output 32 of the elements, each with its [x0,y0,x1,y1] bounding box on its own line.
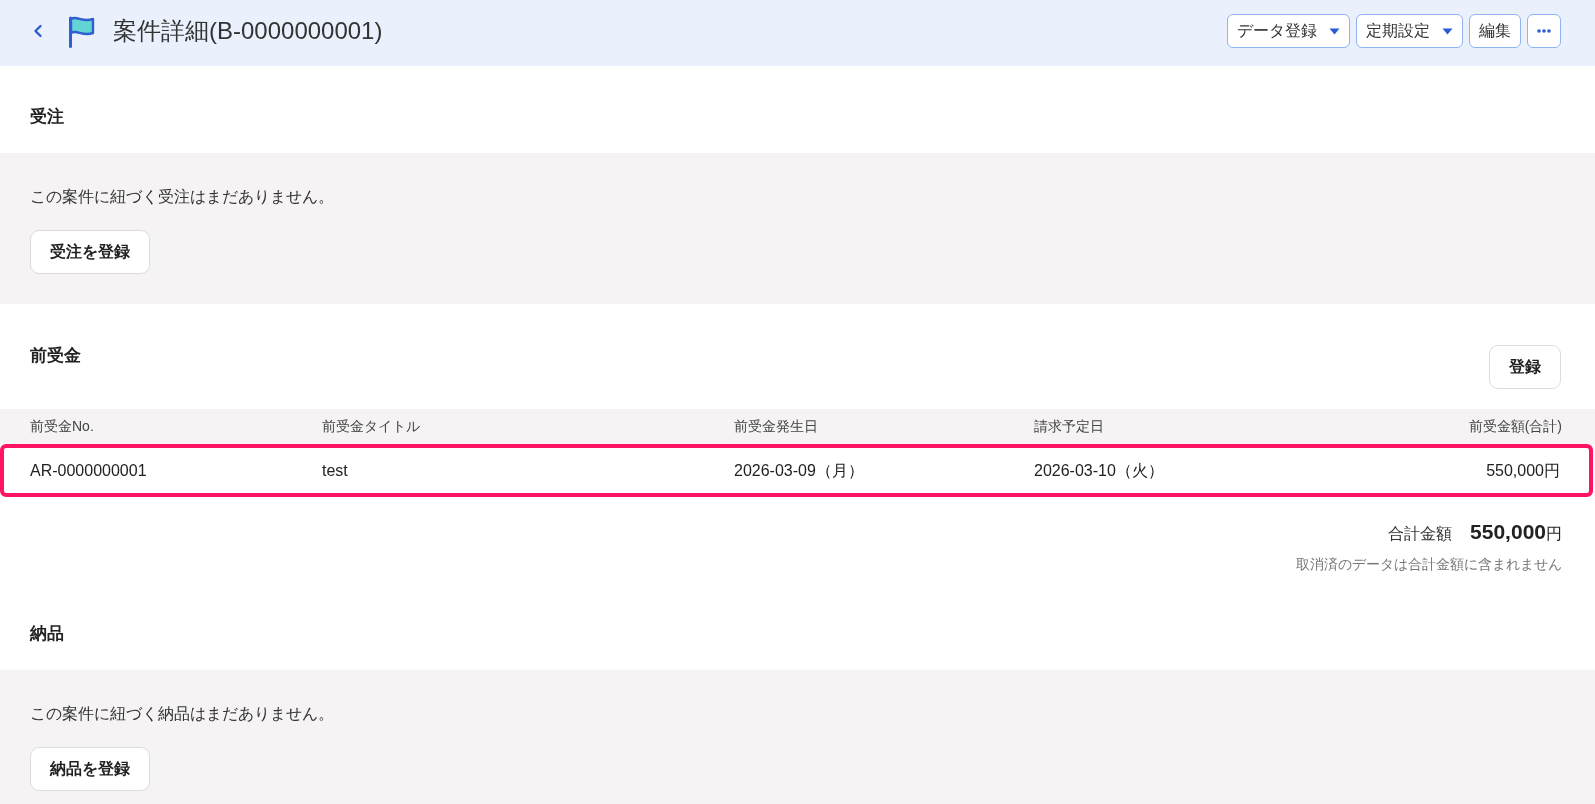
register-button[interactable]: 登録 [1489,345,1561,389]
section-title: 納品 [30,623,64,645]
column-header: 請求予定日 [1034,417,1105,436]
caret-icon [1329,27,1340,35]
flag-icon [67,14,97,48]
page-title: 案件詳細(B-0000000001) [113,19,383,43]
back-icon[interactable] [33,24,43,38]
column-header: 前受金No. [30,417,95,436]
total-label: 合計金額 [1388,524,1453,544]
dropdown-button[interactable]: 定期設定 [1356,14,1463,48]
section-title: 受注 [30,106,64,128]
table-cell-text: 550,000円 [1486,460,1560,481]
column-header: 前受金発生日 [734,417,819,436]
table-cell-text: 2026-03-10（火） [1034,460,1165,481]
table-row[interactable]: AR-0000000001 test 2026-03-09（月） 2026-03-10（火） 550,000円 [0,444,1593,497]
more-button[interactable] [1527,14,1561,48]
table-cell-text: 2026-03-09（月） [734,460,865,481]
empty-message: この案件に紐づく納品はまだありません。 [30,704,335,724]
total-note: 取消済のデータは合計金額に含まれません [1296,556,1562,574]
section-title: 前受金 [30,345,81,367]
empty-message: この案件に紐づく受注はまだありません。 [30,187,335,207]
table-cell-text: test [322,460,349,481]
column-header: 前受金額(合計) [1468,417,1562,436]
edit-button[interactable]: 編集 [1469,14,1521,48]
register-button[interactable]: 納品を登録 [30,747,150,791]
table-cell-text: AR-0000000001 [30,460,148,481]
total-amount: 550,000円 [1470,519,1562,545]
register-button[interactable]: 受注を登録 [30,230,150,274]
column-header: 前受金タイトル [322,417,421,436]
more-icon [1537,29,1551,33]
caret-icon [1442,27,1453,35]
dropdown-button[interactable]: データ登録 [1227,14,1350,48]
